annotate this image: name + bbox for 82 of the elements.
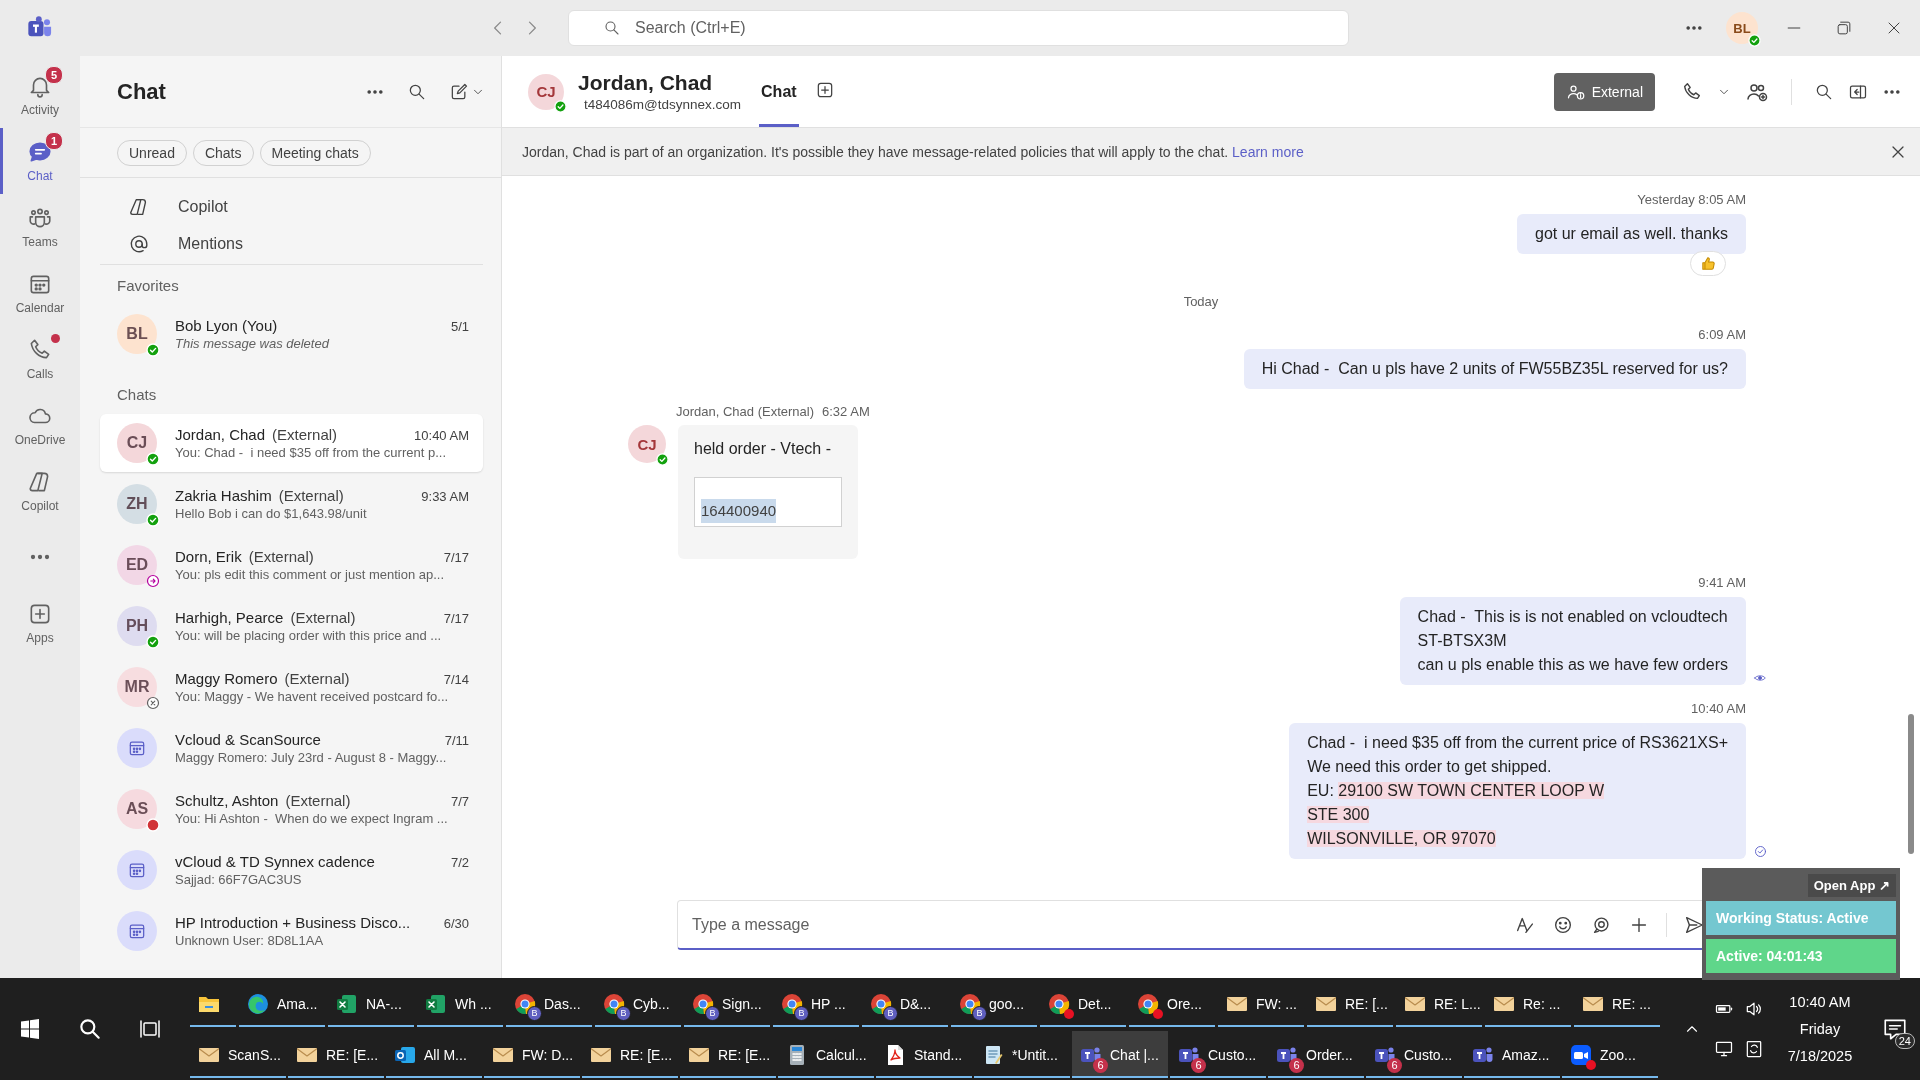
avatar: CJ: [117, 423, 157, 463]
contact-name: HP Introduction + Business Disco...: [175, 914, 411, 931]
clock-day: Friday: [1799, 1021, 1841, 1037]
avatar: CJ: [528, 73, 564, 110]
message-text: WILSONVILLE, OR 97070: [1307, 829, 1497, 849]
quoted-text: 164400940: [694, 477, 842, 527]
message-preview: You: Chad - i need $35 off from the current p...: [175, 445, 447, 460]
chat-time: 9:33 AM: [421, 489, 469, 504]
message-text: We need this order to get shipped.: [1307, 757, 1553, 777]
count-badge: 24: [1894, 1033, 1915, 1049]
message-text: can u pls enable this as we have few orders: [1417, 655, 1728, 675]
contact-email: t484086m@tdsynnex.com: [584, 97, 742, 112]
count-badge: 6: [1289, 1057, 1304, 1073]
section-heading: Chats: [116, 384, 158, 405]
chat-time: 7/17: [443, 550, 469, 565]
contact-name: Harhigh, Pearce: [175, 609, 284, 626]
contact-name: Schultz, Ashton: [175, 792, 279, 809]
avatar: ED: [117, 545, 157, 585]
clock-time: 10:40 AM: [1789, 994, 1851, 1010]
avatar: MR: [117, 667, 157, 707]
external-tag: (External): [284, 670, 350, 687]
chat-time: 7/11: [444, 733, 469, 748]
contact-name: Jordan, Chad: [175, 426, 266, 443]
contact-name: Maggy Romero: [175, 670, 278, 687]
message-preview: Hello Bob i can do $1,643.98/unit: [175, 506, 368, 521]
chat-time: 7/17: [443, 611, 469, 626]
avatar: PH: [117, 606, 157, 646]
message-text: held order - Vtech -: [694, 439, 832, 459]
chat-time: 7/2: [450, 855, 469, 870]
message-preview: You: will be placing order with this price and ...: [175, 628, 443, 643]
message-text: ST-BTSX3M: [1417, 631, 1508, 651]
message-preview: You: pls edit this comment or just mention ap...: [175, 567, 446, 582]
panel-title: Chat: [117, 78, 167, 105]
message-text: got ur email as well. thanks: [1535, 224, 1728, 244]
avatar: BL: [117, 314, 157, 354]
message-preview: Maggy Romero: July 23rd - August 8 - Maggy...: [175, 750, 448, 765]
message-time: 6:32 AM: [822, 404, 870, 419]
message-preview: Sajjad: 66F7GAC3US: [175, 872, 303, 887]
external-tag: (External): [248, 548, 314, 565]
external-tag: (External): [285, 792, 351, 809]
message-text: Chad - i need $35 off from the current price of RS3621XS+: [1307, 733, 1728, 753]
active-timer: Active: 04:01:43: [1706, 939, 1896, 973]
external-tag: (External): [290, 609, 356, 626]
message-time: 6:09 AM: [1698, 326, 1746, 344]
chat-time: 10:40 AM: [414, 428, 469, 443]
avatar: AS: [117, 789, 157, 829]
message-text: Chad - This is is not enabled on vcloudtech: [1417, 607, 1728, 627]
message-time: 9:41 AM: [1698, 574, 1746, 592]
message-text: Hi Chad - Can u pls have 2 units of FW55BZ35L reserved for us?: [1261, 359, 1728, 379]
contact-name: Vcloud & ScanSource: [175, 731, 321, 748]
message-time: Yesterday 8:05 AM: [1637, 191, 1746, 209]
count-badge: 6: [1387, 1057, 1402, 1073]
message-time: 10:40 AM: [1691, 700, 1746, 718]
message-preview: You: Hi Ashton - When do we expect Ingram ...: [175, 811, 449, 826]
sender-name: Jordan, Chad (External): [676, 404, 814, 419]
message-text: EU: 29100 SW TOWN CENTER LOOP W: [1307, 781, 1606, 801]
chat-time: 7/7: [450, 794, 469, 809]
message-preview: Unknown User: 8D8L1AA: [175, 933, 325, 948]
contact-name: Zakria Hashim: [175, 487, 272, 504]
clock-date: 7/18/2025: [1787, 1048, 1853, 1064]
chat-time: 7/14: [443, 672, 469, 687]
external-tag: (External): [278, 487, 344, 504]
contact-name: Dorn, Erik: [175, 548, 242, 565]
banner-text: Jordan, Chad is part of an organization. It's possible they have message-related policies that will apply to the chat. Learn more: [522, 143, 1305, 160]
count-badge: 5: [45, 66, 63, 84]
count-badge: 6: [1191, 1057, 1206, 1073]
working-status: Working Status: Active: [1706, 901, 1896, 935]
chat-time: 5/1: [450, 319, 469, 334]
contact-name: Jordan, Chad: [578, 71, 714, 95]
contact-name: Bob Lyon (You): [175, 317, 278, 334]
chat-time: 6/30: [443, 916, 469, 931]
date-divider: Today: [1183, 293, 1219, 311]
message-preview: This message was deleted: [175, 336, 331, 351]
section-heading: Favorites: [116, 275, 180, 296]
message-preview: You: Maggy - We havent received postcard fo...: [175, 689, 450, 704]
message-text: STE 300: [1307, 805, 1371, 825]
external-tag: (External): [272, 426, 338, 443]
count-badge: 6: [1093, 1057, 1108, 1073]
avatar: CJ: [628, 425, 666, 463]
contact-name: vCloud & TD Synnex cadence: [175, 853, 375, 870]
avatar: ZH: [117, 484, 157, 524]
count-badge: 1: [45, 132, 63, 150]
